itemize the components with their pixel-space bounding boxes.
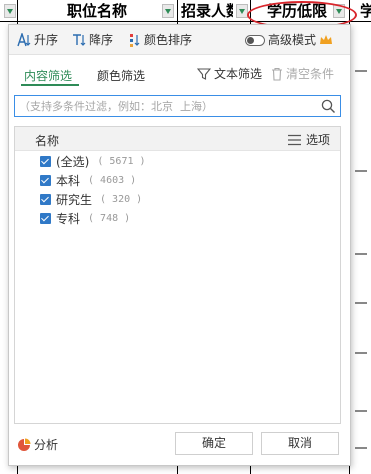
options-button[interactable]: 选项 <box>287 131 330 148</box>
advanced-mode-toggle[interactable]: 高级模式 <box>245 32 333 48</box>
color-sort-label: 颜色排序 <box>144 33 193 47</box>
list-item-label: (全选) <box>56 154 90 169</box>
tab-content-filter[interactable]: 内容筛选 <box>24 67 72 84</box>
color-sort-icon <box>130 34 140 47</box>
toggle-switch-icon[interactable] <box>245 34 265 46</box>
crown-icon <box>320 35 333 44</box>
list-header-name: 名称 <box>35 134 60 148</box>
analysis-button[interactable]: 分析 <box>17 437 58 453</box>
text-filter-label: 文本筛选 <box>214 67 263 81</box>
list-item-select-all[interactable]: (全选) ( 5671 ) <box>40 153 146 169</box>
list-item-associate[interactable]: 专科 ( 748 ) <box>40 210 130 226</box>
color-sort-button[interactable]: 颜色排序 <box>129 32 192 48</box>
column-header-hires[interactable]: 招录人数 <box>181 0 233 22</box>
list-item-label: 本科 <box>56 173 81 188</box>
list-item-count: ( 748 ) <box>88 212 131 224</box>
list-item-label: 专科 <box>56 211 81 226</box>
clear-conditions-button[interactable]: 清空条件 <box>271 66 334 82</box>
sort-descending-icon <box>73 34 86 46</box>
filter-panel: 升序 降序 颜色排序 高级模式 内容筛选 颜色筛选 文本筛选 清空条件 （支持多… <box>8 24 351 466</box>
sort-descending-label: 降序 <box>89 33 114 47</box>
funnel-icon <box>197 68 211 80</box>
checkbox[interactable] <box>40 155 51 167</box>
list-item-count: ( 5671 ) <box>97 155 146 167</box>
value-list: 名称 选项 (全选) ( 5671 ) 本科 ( 4603 ) 研究生 ( 32… <box>14 126 341 424</box>
search-input[interactable] <box>15 96 305 116</box>
clear-conditions-label: 清空条件 <box>286 67 335 81</box>
analysis-label: 分析 <box>34 438 59 452</box>
text-filter-button[interactable]: 文本筛选 <box>197 66 262 82</box>
list-item-bachelor[interactable]: 本科 ( 4603 ) <box>40 172 136 188</box>
search-box[interactable] <box>14 95 341 117</box>
search-icon[interactable] <box>321 99 336 114</box>
checkbox[interactable] <box>40 212 51 224</box>
confirm-button[interactable]: 确定 <box>175 432 253 455</box>
filter-dropdown-arrow[interactable] <box>162 4 174 18</box>
advanced-mode-label: 高级模式 <box>268 33 317 47</box>
column-header-next[interactable]: 学 <box>360 0 371 22</box>
checkbox[interactable] <box>40 193 51 205</box>
pie-chart-icon <box>18 438 31 451</box>
sort-ascending-button[interactable]: 升序 <box>17 32 58 48</box>
sort-ascending-label: 升序 <box>34 33 59 47</box>
filter-tabs: 内容筛选 颜色筛选 文本筛选 清空条件 <box>9 63 350 86</box>
list-header: 名称 选项 <box>15 127 340 151</box>
list-item-count: ( 320 ) <box>100 193 143 205</box>
trash-icon <box>272 67 282 81</box>
cancel-button[interactable]: 取消 <box>261 432 339 455</box>
menu-icon <box>287 134 301 145</box>
sort-ascending-icon <box>17 33 31 47</box>
panel-footer: 分析 确定 取消 <box>9 427 350 465</box>
sort-descending-button[interactable]: 降序 <box>72 32 113 48</box>
list-item-label: 研究生 <box>56 192 93 207</box>
sort-toolbar: 升序 降序 颜色排序 高级模式 <box>9 25 350 55</box>
checkbox[interactable] <box>40 174 51 186</box>
active-tab-indicator <box>21 84 79 86</box>
list-item-count: ( 4603 ) <box>88 174 137 186</box>
tab-color-filter[interactable]: 颜色筛选 <box>97 67 145 84</box>
options-label: 选项 <box>305 133 330 147</box>
column-header-position[interactable]: 职位名称 <box>67 0 127 22</box>
list-item-postgraduate[interactable]: 研究生 ( 320 ) <box>40 191 142 207</box>
filter-dropdown-arrow[interactable] <box>4 4 16 18</box>
